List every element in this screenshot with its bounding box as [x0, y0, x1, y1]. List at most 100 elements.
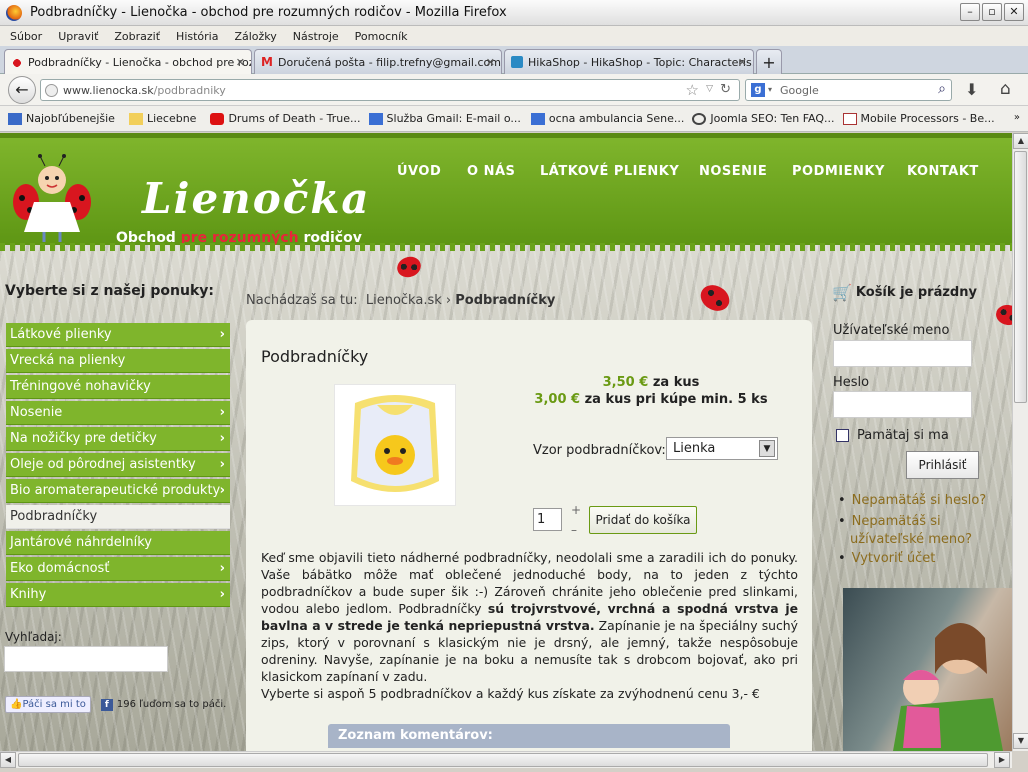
- variant-select[interactable]: Lienka ▼: [666, 437, 778, 460]
- engine-dropdown-icon[interactable]: ▾: [768, 85, 772, 94]
- bookmark-item[interactable]: Najobľúbenejšie: [8, 112, 115, 125]
- tab-gmail[interactable]: M Doručená pošta - filip.trefny@gmail.co…: [254, 49, 502, 74]
- category-item[interactable]: Látkové plienky ›: [6, 323, 230, 347]
- nav-contact[interactable]: KONTAKT: [907, 164, 979, 179]
- firefox-icon: [6, 4, 22, 21]
- ladybug-mascot-icon: [13, 154, 91, 242]
- search-icon[interactable]: ⌕: [938, 81, 946, 97]
- close-tab-icon[interactable]: ✕: [738, 56, 747, 69]
- bookmark-item[interactable]: Joomla SEO: Ten FAQ...: [692, 112, 835, 125]
- username-label: Užívateľské meno: [833, 323, 950, 338]
- site-logo[interactable]: Lienočka: [142, 174, 371, 223]
- breadcrumb-home-link[interactable]: Lienočka.sk: [366, 293, 442, 308]
- bookmark-item[interactable]: ocna ambulancia Sene...: [530, 112, 684, 125]
- history-dropdown-icon[interactable]: ▽: [706, 84, 713, 94]
- url-bar[interactable]: www.lienocka.sk/podbradniky ☆ ▽ ↻: [40, 79, 740, 101]
- product-image[interactable]: [334, 384, 456, 506]
- add-to-cart-button[interactable]: Pridať do košíka: [589, 506, 697, 534]
- horizontal-scrollbar[interactable]: ◀ ▶: [0, 751, 1012, 768]
- bookmark-item[interactable]: Drums of Death - True...: [210, 112, 361, 125]
- quantity-decrease-button[interactable]: –: [571, 523, 577, 537]
- bookmark-item[interactable]: Služba Gmail: E-mail o...: [368, 112, 521, 125]
- horizontal-scroll-thumb[interactable]: [18, 753, 988, 767]
- menu-history[interactable]: História: [176, 30, 218, 43]
- category-item[interactable]: Nosenie ›: [6, 401, 230, 425]
- tab-label: Doručená pošta - filip.trefny@gmail.com …: [278, 55, 502, 69]
- scroll-right-arrow-icon[interactable]: ▶: [994, 752, 1010, 768]
- like-count: 196 ľuďom sa to páči.: [116, 699, 227, 710]
- menu-tools[interactable]: Nástroje: [293, 30, 339, 43]
- menu-file[interactable]: Súbor: [10, 30, 42, 43]
- chevron-right-icon: ›: [219, 327, 225, 342]
- minimize-button[interactable]: –: [960, 3, 980, 21]
- scroll-up-arrow-icon[interactable]: ▲: [1013, 133, 1028, 149]
- forgot-username-link[interactable]: Nepamätáš si užívateľské meno?: [838, 513, 1012, 549]
- remember-checkbox[interactable]: [836, 429, 849, 442]
- nav-terms[interactable]: PODMIENKY: [792, 164, 885, 179]
- hikashop-favicon-icon: [511, 56, 523, 68]
- menu-help[interactable]: Pomocník: [355, 30, 408, 43]
- more-bookmarks-icon[interactable]: »: [1014, 112, 1020, 123]
- chevron-down-icon[interactable]: ▼: [759, 440, 775, 457]
- bookmark-item[interactable]: Liecebne: [128, 112, 196, 125]
- bookmark-star-icon[interactable]: ☆: [686, 81, 699, 99]
- vertical-scrollbar[interactable]: ▲ ▼: [1012, 133, 1028, 751]
- reload-icon[interactable]: ↻: [720, 82, 731, 97]
- joomla-icon: [692, 112, 707, 125]
- scroll-down-arrow-icon[interactable]: ▼: [1013, 733, 1028, 749]
- close-window-button[interactable]: ✕: [1004, 3, 1024, 21]
- tab-lienocka[interactable]: Podbradníčky - Lienočka - obchod pre roz…: [4, 49, 252, 75]
- site-search-input[interactable]: [4, 646, 168, 672]
- bookmark-item[interactable]: Mobile Processors - Be...: [842, 112, 995, 125]
- tab-hikashop[interactable]: HikaShop - HikaShop - Topic: Characteris…: [504, 49, 754, 74]
- babywearing-photo[interactable]: [843, 588, 1012, 751]
- facebook-like-button[interactable]: 👍Páči sa mi to: [5, 696, 91, 713]
- password-label: Heslo: [833, 375, 870, 390]
- category-item[interactable]: Na nožičky pre detičky ›: [6, 427, 230, 451]
- nav-home[interactable]: ÚVOD: [397, 164, 441, 179]
- menu-edit[interactable]: Upraviť: [58, 30, 98, 43]
- forgot-password-link[interactable]: Nepamätáš si heslo?: [838, 493, 987, 508]
- category-item[interactable]: Oleje od pôrodnej asistentky ›: [6, 453, 230, 477]
- cart-status[interactable]: 🛒 Košík je prázdny: [832, 283, 977, 302]
- category-item[interactable]: Knihy ›: [6, 583, 230, 607]
- category-item[interactable]: Tréningové nohavičky: [6, 375, 230, 399]
- category-item[interactable]: Eko domácnosť ›: [6, 557, 230, 581]
- login-button[interactable]: Prihlásiť: [906, 451, 979, 479]
- search-bar[interactable]: g ▾ Google ⌕: [745, 79, 952, 101]
- google-icon[interactable]: g: [751, 83, 765, 97]
- nav-babywearing[interactable]: NOSENIE: [699, 164, 767, 179]
- create-account-link[interactable]: Vytvoriť účet: [838, 551, 936, 566]
- search-placeholder: Google: [780, 83, 819, 97]
- nav-about[interactable]: O NÁS: [467, 164, 515, 179]
- site-search-label: Vyhľadaj:: [5, 630, 62, 644]
- folder-icon: [128, 112, 143, 125]
- scroll-left-arrow-icon[interactable]: ◀: [0, 752, 16, 768]
- mother-baby-image-icon: [893, 623, 1003, 751]
- menu-bookmarks[interactable]: Záložky: [234, 30, 276, 43]
- remember-me[interactable]: Pamätaj si ma: [836, 428, 949, 443]
- bookmarks-toolbar: Najobľúbenejšie Liecebne Drums of Death …: [0, 106, 1028, 132]
- home-icon[interactable]: ⌂: [1000, 79, 1011, 99]
- category-item[interactable]: Jantárové náhrdelníky: [6, 531, 230, 555]
- sidebar-title: Vyberte si z našej ponuky:: [5, 283, 214, 299]
- back-button[interactable]: ←: [8, 76, 36, 104]
- new-tab-button[interactable]: +: [756, 49, 782, 74]
- category-item-selected[interactable]: Podbradníčky: [6, 505, 230, 529]
- category-item[interactable]: Vrecká na plienky: [6, 349, 230, 373]
- vertical-scroll-thumb[interactable]: [1014, 151, 1027, 403]
- quantity-input[interactable]: 1: [533, 508, 562, 531]
- close-tab-icon[interactable]: ✕: [236, 56, 245, 69]
- menu-view[interactable]: Zobraziť: [114, 30, 160, 43]
- ladybug-favicon-icon: [11, 56, 23, 69]
- password-field[interactable]: [833, 391, 972, 418]
- window-title: Podbradníčky - Lienočka - obchod pre roz…: [30, 5, 507, 20]
- username-field[interactable]: [833, 340, 972, 367]
- category-item[interactable]: Bio aromaterapeutické produkty ›: [6, 479, 230, 503]
- download-icon[interactable]: ⬇: [965, 80, 978, 99]
- maximize-button[interactable]: ▫: [982, 3, 1002, 21]
- bulk-price: 3,00 € za kus pri kúpe min. 5 ks: [534, 392, 768, 407]
- close-tab-icon[interactable]: ✕: [486, 56, 495, 69]
- nav-cloth-diapers[interactable]: LÁTKOVÉ PLIENKY: [540, 164, 679, 179]
- quantity-increase-button[interactable]: +: [571, 503, 581, 517]
